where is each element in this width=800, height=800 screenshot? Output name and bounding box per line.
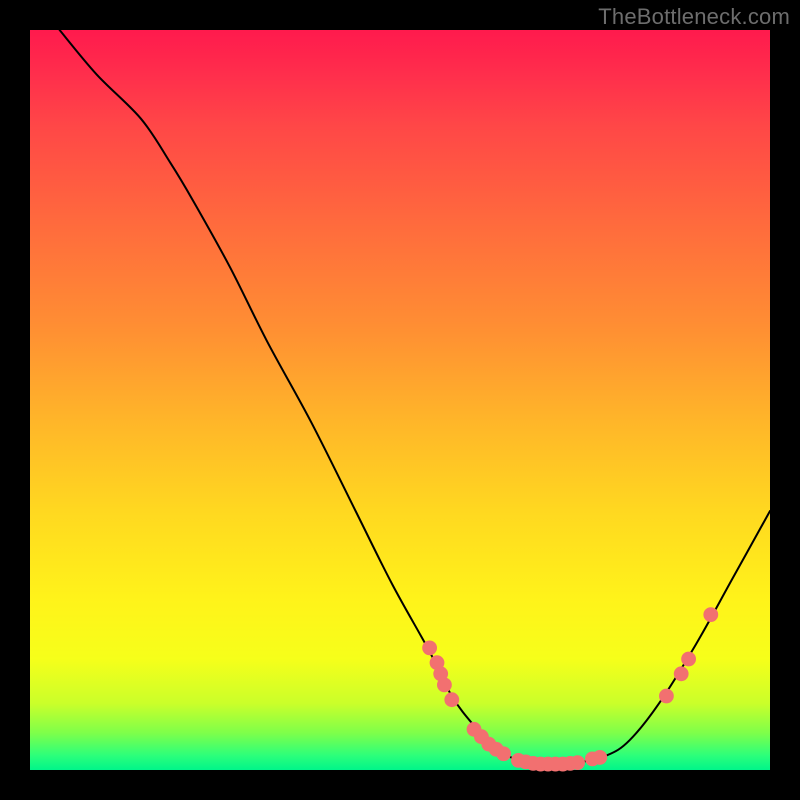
chart-frame: TheBottleneck.com: [0, 0, 800, 800]
data-marker: [570, 755, 585, 770]
data-marker: [496, 746, 511, 761]
data-marker: [703, 607, 718, 622]
plot-area: [30, 30, 770, 770]
data-markers: [422, 607, 718, 771]
data-marker: [659, 689, 674, 704]
chart-svg: [30, 30, 770, 770]
data-marker: [592, 750, 607, 765]
data-marker: [674, 666, 689, 681]
data-marker: [681, 652, 696, 667]
data-marker: [422, 641, 437, 656]
data-marker: [437, 678, 452, 693]
watermark-text: TheBottleneck.com: [598, 4, 790, 30]
bottleneck-curve: [60, 30, 770, 764]
data-marker: [444, 692, 459, 707]
